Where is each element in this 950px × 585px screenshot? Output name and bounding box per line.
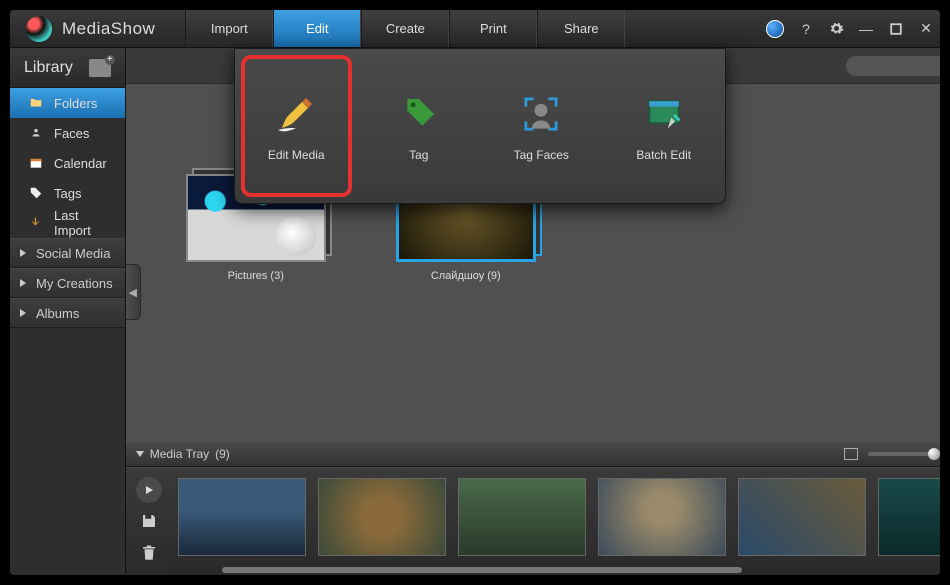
faces-icon: [28, 126, 44, 140]
help-button[interactable]: ?: [798, 21, 814, 37]
sidebar-item-label: Calendar: [54, 156, 107, 171]
tag-faces-button[interactable]: Tag Faces: [480, 49, 603, 203]
tray-thumb[interactable]: [318, 478, 446, 556]
sidebar-item-faces[interactable]: Faces: [10, 118, 125, 148]
sidebar-section-label: Albums: [36, 306, 79, 321]
info-badge-icon[interactable]: [766, 20, 784, 38]
sidebar-section-label: Social Media: [36, 246, 110, 261]
tray-thumb[interactable]: [598, 478, 726, 556]
thumb-size-slider[interactable]: [868, 452, 942, 456]
maximize-button[interactable]: [888, 21, 904, 37]
tray-controls: [126, 468, 172, 575]
app-title: MediaShow: [62, 19, 155, 39]
sidebar-item-last-import[interactable]: Last Import: [10, 208, 125, 238]
maximize-icon: [890, 23, 902, 35]
media-tray: [126, 467, 942, 575]
tray-scrollbar[interactable]: [172, 565, 942, 575]
chevron-right-icon: [20, 309, 26, 317]
tray-count: (9): [215, 447, 230, 461]
folder-label: Pictures (3): [228, 270, 284, 282]
sidebar-item-calendar[interactable]: Calendar: [10, 148, 125, 178]
tab-share[interactable]: Share: [537, 10, 625, 47]
library-title: Library: [24, 59, 73, 77]
gear-icon: [829, 21, 844, 36]
tab-import[interactable]: Import: [185, 10, 273, 47]
panel-label: Tag Faces: [514, 148, 569, 162]
sidebar-section-albums[interactable]: Albums: [10, 298, 125, 328]
sidebar-item-folders[interactable]: Folders: [10, 88, 125, 118]
sidebar-item-tags[interactable]: Tags: [10, 178, 125, 208]
sidebar-collapse-handle[interactable]: ◀: [126, 264, 141, 320]
chevron-right-icon: [20, 249, 26, 257]
chevron-right-icon: [20, 279, 26, 287]
tray-label: Media Tray: [150, 447, 209, 461]
tray-thumb[interactable]: [738, 478, 866, 556]
minimize-button[interactable]: —: [858, 21, 874, 37]
sidebar-item-label: Faces: [54, 126, 89, 141]
save-button[interactable]: [136, 508, 162, 534]
tag-button[interactable]: Tag: [358, 49, 481, 203]
sidebar-item-label: Last Import: [54, 208, 107, 238]
search-input[interactable]: ✕: [846, 56, 942, 76]
folder-icon: [28, 96, 44, 110]
panel-label: Edit Media: [268, 148, 325, 162]
last-import-icon: [28, 216, 44, 230]
folder-label: Слайдшоу (9): [431, 270, 501, 282]
library-header: Library: [10, 48, 125, 88]
batch-edit-button[interactable]: Batch Edit: [603, 49, 726, 203]
sidebar-section-social[interactable]: Social Media: [10, 238, 125, 268]
sidebar-section-creations[interactable]: My Creations: [10, 268, 125, 298]
edit-dropdown-panel: Edit Media Tag Tag Faces Batch Edit: [234, 48, 726, 204]
panel-label: Batch Edit: [636, 148, 691, 162]
app-window: MediaShow Import Edit Create Print Share…: [8, 8, 942, 577]
panel-label: Tag: [409, 148, 428, 162]
play-button[interactable]: [136, 477, 162, 503]
thumb-small-button[interactable]: [844, 448, 858, 460]
face-frame-icon: [517, 90, 565, 138]
main-tabs: Import Edit Create Print Share: [185, 10, 625, 47]
window-controls: ? — ✕: [766, 20, 934, 38]
title-bar: MediaShow Import Edit Create Print Share…: [10, 10, 940, 48]
tag-icon: [28, 186, 44, 200]
calendar-icon: [28, 156, 44, 170]
sidebar-item-label: Tags: [54, 186, 81, 201]
tray-thumb[interactable]: [878, 478, 942, 556]
close-button[interactable]: ✕: [918, 21, 934, 37]
batch-edit-icon: [640, 90, 688, 138]
tray-thumb[interactable]: [178, 478, 306, 556]
delete-button[interactable]: [136, 540, 162, 566]
sidebar-item-label: Folders: [54, 96, 97, 111]
play-icon: [144, 485, 154, 495]
sidebar: Library Folders Faces Calendar Tags: [10, 48, 126, 575]
settings-button[interactable]: [828, 21, 844, 37]
tray-thumb[interactable]: [458, 478, 586, 556]
search-field[interactable]: [854, 60, 942, 72]
tab-print[interactable]: Print: [449, 10, 537, 47]
app-logo-icon: [26, 16, 52, 42]
tab-create[interactable]: Create: [361, 10, 449, 47]
chevron-down-icon: [136, 451, 144, 457]
trash-icon: [140, 544, 158, 562]
edit-media-button[interactable]: Edit Media: [235, 49, 358, 203]
tab-edit[interactable]: Edit: [273, 10, 361, 47]
add-library-button[interactable]: [89, 59, 111, 77]
pencil-icon: [272, 90, 320, 138]
save-icon: [140, 512, 158, 530]
media-tray-header[interactable]: Media Tray (9): [126, 441, 942, 467]
tag-icon: [395, 90, 443, 138]
tray-thumbnails: [172, 468, 942, 565]
sidebar-section-label: My Creations: [36, 276, 113, 291]
